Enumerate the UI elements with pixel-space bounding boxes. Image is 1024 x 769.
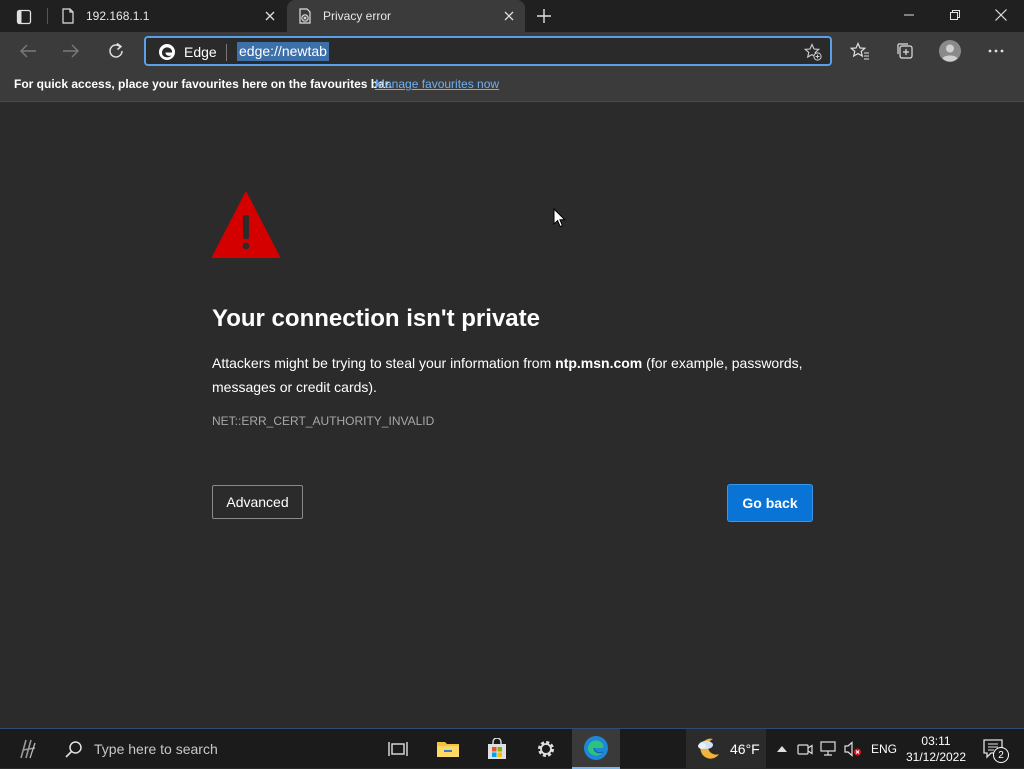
error-description: Attackers might be trying to steal your … (212, 351, 822, 399)
address-divider (226, 44, 227, 61)
clock[interactable]: 03:11 31/12/2022 (900, 733, 972, 765)
close-icon (265, 11, 275, 21)
favourites-bar: For quick access, place your favourites … (0, 70, 1024, 102)
restore-icon (950, 10, 960, 20)
meet-now-button[interactable] (795, 739, 815, 759)
settings-menu-button[interactable] (981, 37, 1011, 65)
volume-button[interactable] (843, 739, 863, 759)
folder-icon (437, 742, 459, 757)
tab-privacy-error[interactable]: Privacy error (287, 0, 525, 32)
go-back-button[interactable]: Go back (728, 485, 812, 521)
tab-actions-icon (16, 9, 32, 25)
profile-button[interactable] (935, 37, 965, 65)
url-text[interactable]: edge://newtab (237, 42, 329, 61)
tab-title: Privacy error (323, 9, 392, 23)
file-explorer-button[interactable] (424, 729, 472, 769)
task-view-icon (388, 742, 408, 756)
minimize-button[interactable] (886, 0, 932, 30)
search-icon (65, 741, 82, 758)
description-prefix: Attackers might be trying to steal your … (212, 355, 556, 371)
site-identity-label: Edge (184, 44, 217, 60)
chevron-up-icon (777, 746, 787, 752)
input-language[interactable]: ENG (871, 742, 897, 756)
tab-title: 192.168.1.1 (86, 9, 150, 23)
network-icon (820, 741, 836, 756)
address-bar[interactable]: Edge edge://newtab (144, 36, 832, 66)
refresh-button[interactable] (101, 37, 131, 65)
store-icon (488, 738, 506, 759)
warning-icon (212, 192, 280, 258)
weather-widget[interactable]: 46°F (686, 729, 766, 769)
taskbar-search-input[interactable]: Type here to search (94, 741, 218, 757)
restore-button[interactable] (932, 0, 978, 30)
favourites-button[interactable] (845, 37, 875, 65)
volume-muted-icon (844, 741, 861, 757)
arrow-left-icon (20, 44, 36, 58)
page-title: Your connection isn't private (212, 305, 540, 332)
close-icon (504, 11, 514, 21)
edge-icon (159, 44, 175, 60)
tab-strip: 192.168.1.1 Privacy error (0, 0, 1024, 32)
notification-count-badge: 2 (993, 747, 1009, 763)
page-icon (60, 8, 76, 24)
weather-temperature: 46°F (730, 741, 760, 757)
new-tab-button[interactable] (532, 5, 556, 27)
privacy-error-icon (297, 8, 313, 24)
tab-divider (47, 8, 48, 24)
network-button[interactable] (819, 739, 839, 759)
edge-app-button[interactable] (572, 729, 620, 769)
weather-moon-cloud-icon (698, 738, 719, 759)
tab-actions-button[interactable] (10, 6, 38, 28)
microsoft-store-button[interactable] (473, 729, 521, 769)
minimize-icon (904, 14, 914, 16)
host-name: ntp.msn.com (555, 355, 643, 371)
collections-button[interactable] (890, 37, 920, 65)
forward-button[interactable] (56, 37, 86, 65)
page-content: Your connection isn't private Attackers … (0, 103, 1024, 728)
manage-favourites-link[interactable]: Manage favourites now (375, 77, 499, 91)
tab-close-button[interactable] (260, 6, 280, 26)
close-window-button[interactable] (978, 0, 1024, 30)
tab-close-button[interactable] (499, 6, 519, 26)
clock-date: 31/12/2022 (905, 750, 967, 764)
advanced-button[interactable]: Advanced (212, 485, 303, 519)
start-icon (20, 739, 36, 759)
plus-icon (537, 9, 551, 23)
taskbar: Type here to search 46°F ENG 03:11 31/12… (0, 728, 1024, 769)
collections-icon (897, 43, 913, 59)
start-button[interactable] (14, 735, 44, 763)
back-button[interactable] (13, 37, 43, 65)
favourites-icon (850, 42, 869, 60)
clock-time: 03:11 (921, 734, 951, 748)
show-hidden-icons-button[interactable] (772, 739, 792, 759)
gear-icon (538, 741, 554, 757)
error-code: NET::ERR_CERT_AUTHORITY_INVALID (212, 414, 435, 428)
browser-toolbar: Edge edge://newtab (0, 32, 1024, 70)
arrow-right-icon (63, 44, 79, 58)
close-icon (995, 9, 1007, 21)
settings-app-button[interactable] (522, 729, 570, 769)
camera-icon (797, 744, 813, 755)
favourites-bar-message: For quick access, place your favourites … (14, 77, 393, 91)
star-add-icon (804, 43, 822, 61)
edge-icon (584, 736, 608, 760)
task-view-button[interactable] (374, 729, 422, 769)
refresh-icon (109, 42, 123, 58)
more-icon (988, 49, 1004, 53)
avatar-icon (939, 40, 961, 62)
add-favourite-button[interactable] (802, 41, 824, 63)
mouse-cursor-icon (553, 208, 567, 228)
tab-192-168-1-1[interactable]: 192.168.1.1 (50, 0, 286, 32)
